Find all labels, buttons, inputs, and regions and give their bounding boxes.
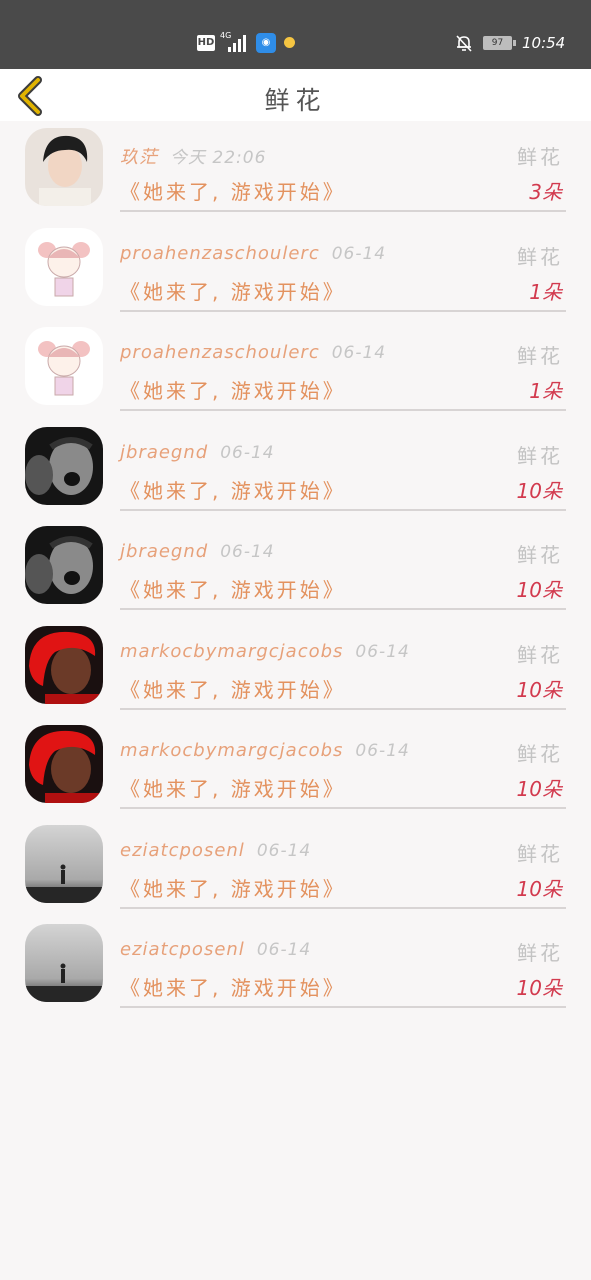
avatar[interactable] [25, 924, 103, 1002]
book-title-link[interactable]: 《她来了, 游戏开始》 [120, 176, 346, 205]
username-text: proahenzaschoulerc [120, 342, 320, 363]
divider [120, 807, 566, 809]
user-name: eziatcposenl 06-14 [120, 840, 311, 861]
username-text: proahenzaschoulerc [120, 242, 320, 264]
signal-icon [228, 34, 250, 52]
bell-muted-icon [456, 35, 472, 52]
avatar[interactable] [25, 526, 103, 604]
gift-count: 10朵 [516, 478, 562, 503]
book-title-link[interactable]: 《她来了, 游戏开始》 [120, 574, 346, 603]
gift-type-label: 鲜花 [517, 642, 563, 667]
user-name: markocbymargcjacobs 06-14 [120, 641, 410, 662]
user-name: proahenzaschoulerc 06-14 [120, 342, 386, 363]
timestamp: 06-14 [331, 243, 387, 264]
timestamp: 06-14 [220, 442, 275, 463]
gift-record-item[interactable]: markocbymargcjacobs 06-14 鲜花 《她来了, 游戏开始》 … [0, 619, 591, 719]
timestamp: 06-14 [256, 840, 312, 861]
gift-type-label: 鲜花 [517, 543, 563, 567]
divider [120, 707, 566, 710]
divider [120, 608, 566, 610]
divider [120, 508, 566, 511]
avatar[interactable] [25, 128, 103, 206]
gift-record-item[interactable]: jbraegnd 06-14 鲜花 《她来了, 游戏开始》 10朵 [0, 519, 591, 619]
user-name: jbraegnd 06-14 [120, 541, 275, 562]
avatar[interactable] [25, 426, 103, 505]
battery-indicator: 97 [483, 36, 516, 50]
username-text: 玖茫 [120, 147, 158, 168]
username-text: eziatcposenl [120, 939, 245, 960]
gift-type-label: 鲜花 [517, 443, 563, 468]
user-name: eziatcposenl 06-14 [120, 939, 311, 960]
divider [120, 906, 566, 909]
gift-count: 10朵 [516, 976, 562, 1000]
username-text: eziatcposenl [120, 839, 245, 861]
username-text: jbraegnd [120, 441, 209, 463]
book-title-link[interactable]: 《她来了, 游戏开始》 [120, 276, 346, 305]
avatar[interactable] [25, 725, 103, 803]
user-name: 玖茫 今天 22:06 [120, 143, 266, 169]
tmall-icon: ◉ [256, 33, 276, 53]
book-title-link[interactable]: 《她来了, 游戏开始》 [120, 773, 346, 802]
gift-record-item[interactable]: eziatcposenl 06-14 鲜花 《她来了, 游戏开始》 10朵 [0, 917, 591, 1017]
timestamp: 06-14 [355, 641, 410, 662]
gift-count: 3朵 [529, 180, 562, 204]
timestamp: 06-14 [256, 940, 312, 960]
book-title-link[interactable]: 《她来了, 游戏开始》 [120, 674, 346, 703]
avatar[interactable] [25, 227, 103, 306]
avatar[interactable] [25, 327, 103, 405]
gift-count: 1朵 [529, 379, 562, 403]
gift-type-label: 鲜花 [517, 244, 563, 269]
gift-list: 玖茫 今天 22:06 鲜花 《她来了, 游戏开始》 3朵 proahenzasc… [0, 121, 591, 1017]
gift-count: 10朵 [516, 777, 562, 801]
divider [120, 309, 566, 312]
divider [120, 409, 566, 411]
username-text: markocbymargcjacobs [120, 740, 344, 761]
gift-record-item[interactable]: markocbymargcjacobs 06-14 鲜花 《她来了, 游戏开始》 … [0, 718, 591, 818]
gift-count: 10朵 [516, 677, 562, 702]
status-bar: HD 4G ◉ 97 10:54 [0, 0, 591, 69]
gift-type-label: 鲜花 [517, 841, 563, 866]
hd-icon: HD [197, 35, 215, 51]
divider [120, 210, 566, 212]
gift-record-item[interactable]: jbraegnd 06-14 鲜花 《她来了, 游戏开始》 10朵 [0, 420, 591, 520]
user-name: proahenzaschoulerc 06-14 [120, 243, 386, 264]
avatar[interactable] [25, 625, 103, 704]
gift-type-label: 鲜花 [517, 742, 563, 766]
book-title-link[interactable]: 《她来了, 游戏开始》 [120, 475, 346, 504]
gift-record-item[interactable]: 玖茫 今天 22:06 鲜花 《她来了, 游戏开始》 3朵 [0, 121, 591, 221]
gift-count: 10朵 [516, 876, 562, 901]
page-title: 鲜花 [264, 86, 327, 115]
user-name: markocbymargcjacobs 06-14 [120, 740, 410, 761]
avatar[interactable] [25, 824, 103, 903]
timestamp: 06-14 [331, 343, 387, 363]
clock: 10:54 [522, 34, 566, 52]
timestamp: 06-14 [220, 542, 275, 562]
nav-bar: 鲜花 [0, 69, 591, 121]
book-title-link[interactable]: 《她来了, 游戏开始》 [120, 972, 346, 1001]
gift-record-item[interactable]: proahenzaschoulerc 06-14 鲜花 《她来了, 游戏开始》 1… [0, 320, 591, 420]
divider [120, 1006, 566, 1008]
timestamp: 06-14 [355, 741, 410, 761]
gift-record-item[interactable]: eziatcposenl 06-14 鲜花 《她来了, 游戏开始》 10朵 [0, 818, 591, 918]
gift-type-label: 鲜花 [517, 344, 563, 368]
bulb-icon [284, 37, 295, 48]
username-text: markocbymargcjacobs [120, 640, 344, 662]
gift-record-item[interactable]: proahenzaschoulerc 06-14 鲜花 《她来了, 游戏开始》 1… [0, 221, 591, 321]
book-title-link[interactable]: 《她来了, 游戏开始》 [120, 375, 346, 404]
timestamp: 今天 22:06 [170, 148, 267, 168]
user-name: jbraegnd 06-14 [120, 442, 275, 463]
gift-type-label: 鲜花 [517, 941, 563, 965]
gift-type-label: 鲜花 [517, 145, 563, 169]
gift-count: 1朵 [529, 279, 562, 304]
gift-count: 10朵 [516, 578, 562, 602]
book-title-link[interactable]: 《她来了, 游戏开始》 [120, 873, 346, 902]
username-text: jbraegnd [120, 541, 209, 562]
